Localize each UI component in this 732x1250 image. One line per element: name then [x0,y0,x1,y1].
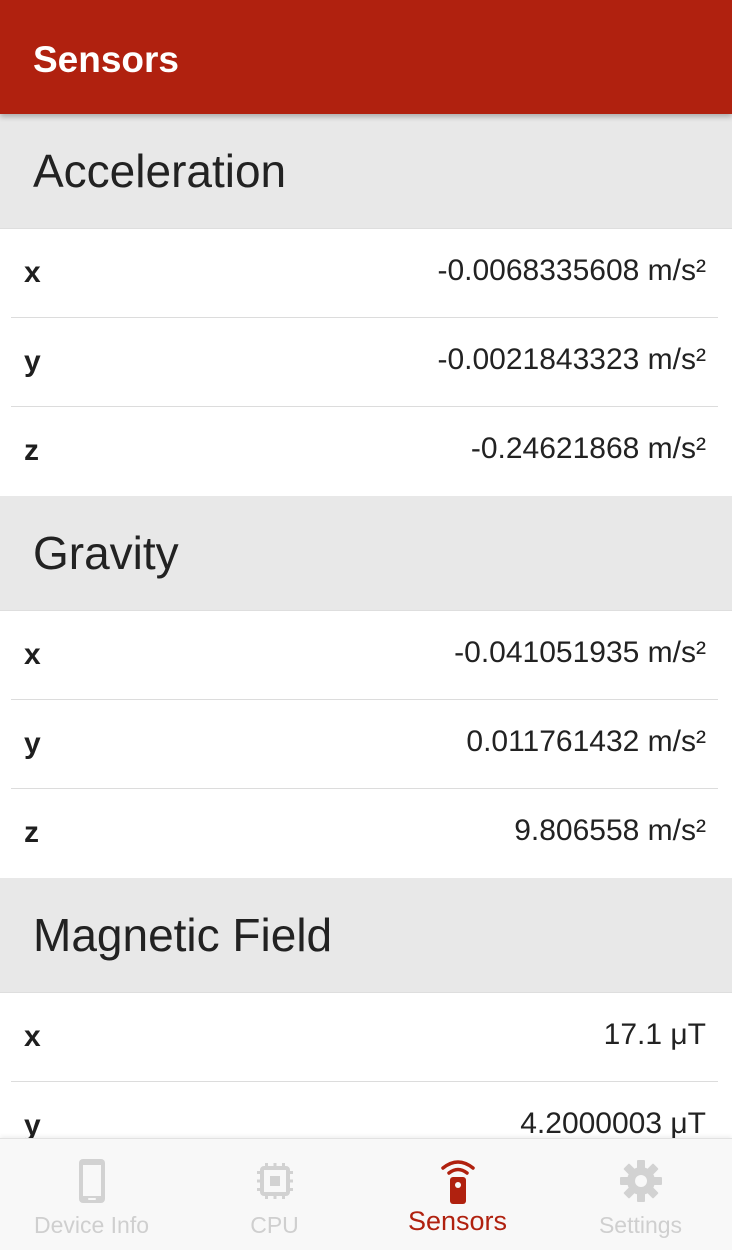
nav-label: CPU [250,1212,299,1238]
sensor-value: -0.041051935 m/s² [454,636,706,669]
sensor-value: 17.1 μT [603,1018,706,1051]
phone-icon [78,1159,105,1203]
axis-label: x [24,256,41,289]
nav-item-sensors[interactable]: Sensors [366,1139,549,1250]
nav-label: Sensors [407,1206,508,1236]
sensor-row-acceleration-x: x -0.0068335608 m/s² [0,229,732,318]
sensor-value: -0.0068335608 m/s² [437,254,706,287]
sensor-value: -0.24621868 m/s² [470,432,706,465]
nav-item-settings[interactable]: Settings [549,1139,732,1250]
nav-label: Settings [598,1212,683,1238]
section-title: Acceleration [33,145,287,197]
axis-label: y [24,1109,41,1138]
sensor-row-acceleration-z: z -0.24621868 m/s² [0,407,732,496]
axis-label: z [24,816,39,849]
bottom-navigation: Device Info CPU Sensors Settings [0,1138,732,1250]
cpu-chip-icon [256,1163,293,1199]
section-title: Magnetic Field [33,909,333,961]
sensor-value: 4.2000003 μT [520,1107,706,1138]
gear-icon [619,1160,662,1202]
section-header-magnetic-field: Magnetic Field [0,878,732,993]
section-header-gravity: Gravity [0,496,732,611]
section-title: Gravity [33,527,179,579]
axis-label: y [24,727,41,760]
sensor-row-gravity-x: x -0.041051935 m/s² [0,611,732,700]
sensor-value: -0.0021843323 m/s² [437,343,706,376]
axis-label: y [24,345,41,378]
section-header-acceleration: Acceleration [0,114,732,229]
axis-label: z [24,434,39,467]
sensor-row-acceleration-y: y -0.0021843323 m/s² [0,318,732,407]
sensor-remote-icon [440,1160,475,1204]
sensor-value: 9.806558 m/s² [514,814,706,847]
app-bar: Sensors [0,0,732,114]
nav-label: Device Info [33,1212,150,1238]
app-bar-title: Sensors [33,39,180,80]
sensor-row-gravity-z: z 9.806558 m/s² [0,789,732,878]
sensor-row-gravity-y: y 0.011761432 m/s² [0,700,732,789]
nav-item-device-info[interactable]: Device Info [0,1139,183,1250]
sensor-row-magnetic-y: y 4.2000003 μT [0,1082,732,1138]
axis-label: x [24,638,41,671]
sensor-value: 0.011761432 m/s² [466,725,706,758]
nav-item-cpu[interactable]: CPU [183,1139,366,1250]
sensor-row-magnetic-x: x 17.1 μT [0,993,732,1082]
app-screen: Sensors Acceleration x -0.0068335608 m/s… [0,0,732,1250]
sensor-list[interactable]: Acceleration x -0.0068335608 m/s² y -0.0… [0,114,732,1138]
axis-label: x [24,1020,41,1053]
